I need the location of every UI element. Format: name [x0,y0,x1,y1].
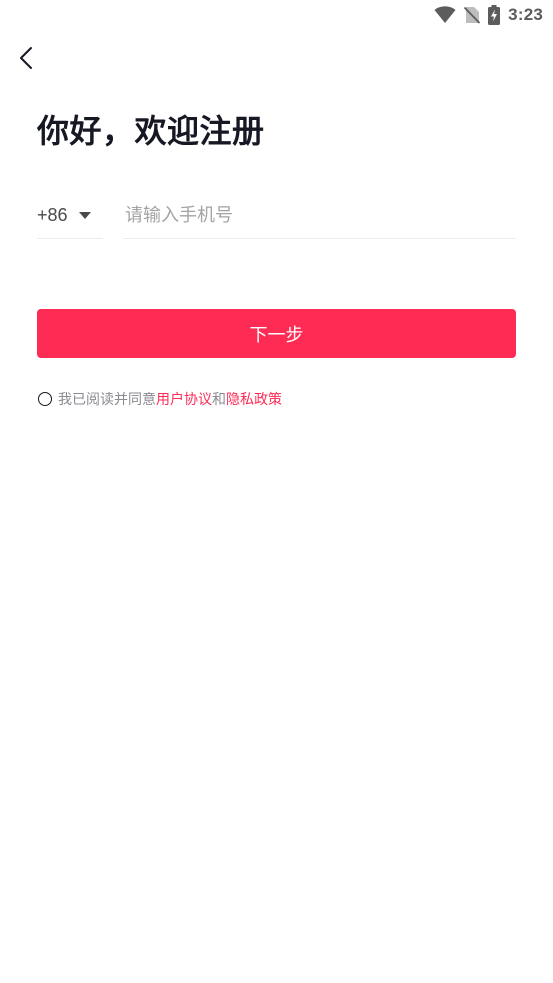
phone-number-input[interactable] [123,204,516,226]
country-code-selector[interactable]: +86 [37,192,103,239]
status-time: 3:23 [508,5,543,24]
phone-input-container [123,192,516,239]
no-sim-icon [464,6,481,24]
agreement-prefix-text: 我已阅读并同意 [58,392,156,408]
country-code-value: +86 [37,204,68,225]
battery-charging-icon [488,5,501,25]
wifi-icon [434,6,456,24]
agreement-checkbox[interactable] [38,392,52,406]
privacy-policy-link[interactable]: 隐私政策 [226,389,282,409]
back-button[interactable] [10,44,42,76]
next-step-button[interactable]: 下一步 [37,309,516,358]
user-agreement-link[interactable]: 用户协议 [156,389,212,409]
status-icons: 3:23 [434,4,543,26]
chevron-left-icon [18,46,34,74]
status-bar: 3:23 [0,0,553,30]
page-title: 你好，欢迎注册 [37,112,265,150]
agreement-conjunction-text: 和 [212,392,226,408]
caret-down-icon [78,211,91,219]
agreement-row: 我已阅读并同意 用户协议和隐私政策 [38,389,282,409]
